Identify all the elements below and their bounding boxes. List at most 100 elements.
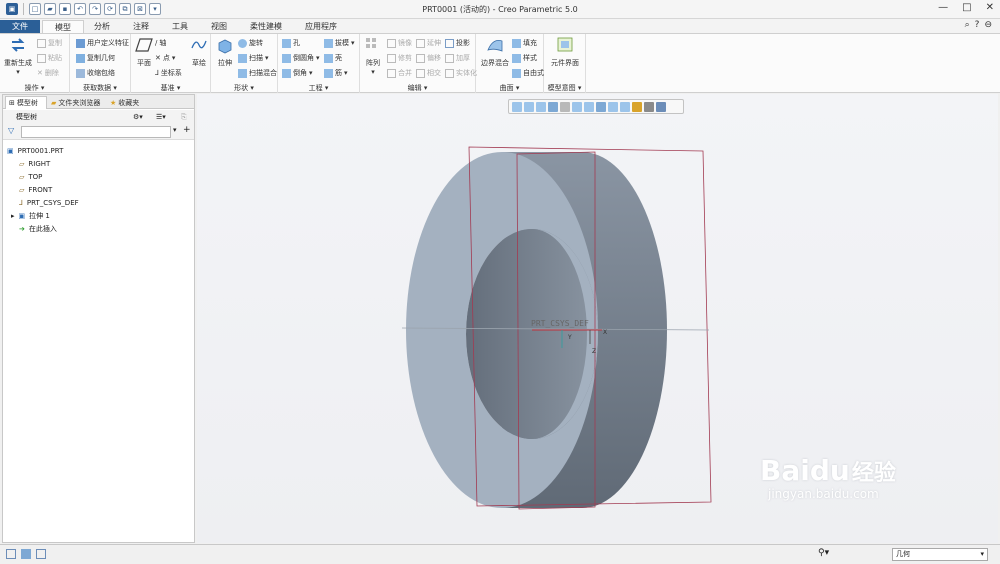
group-label-get-data[interactable]: 获取数据 ▾ xyxy=(70,83,130,92)
tab-folder-browser[interactable]: ▰ 文件夹浏览器 xyxy=(48,96,106,109)
tab-flexible-modeling[interactable]: 柔性建模 xyxy=(240,20,292,33)
fill-icon xyxy=(512,38,521,48)
boundary-blend-label: 边界混合 xyxy=(481,59,509,67)
point-button[interactable]: ✕ 点 ▾ xyxy=(155,53,175,63)
intersect-button[interactable]: 相交 xyxy=(416,68,441,78)
group-label-operations[interactable]: 操作 ▾ xyxy=(0,83,69,92)
minimize-ribbon-icon[interactable]: ⊖ xyxy=(984,20,992,30)
show-browser-icon[interactable] xyxy=(21,549,31,559)
swept-blend-button[interactable]: 扫描混合 xyxy=(238,68,277,78)
shrinkwrap-button[interactable]: 收缩包络 xyxy=(76,68,115,78)
close-icon[interactable]: ✕ xyxy=(986,2,994,13)
csys-button[interactable]: ⅃ 坐标系 xyxy=(155,68,182,78)
extend-button[interactable]: 延伸 xyxy=(416,38,441,48)
graphics-window[interactable]: PRT_CSYS_DEF X Y Z Baidu 经验 jingyan.baid… xyxy=(197,94,998,543)
rib-button[interactable]: 筋 ▾ xyxy=(324,68,348,78)
tab-annotate[interactable]: 注释 xyxy=(122,20,160,33)
datum-plane-icon: ▱ xyxy=(19,186,25,194)
tab-favorites[interactable]: ★ 收藏夹 xyxy=(107,96,147,109)
command-search-icon[interactable]: ⌕ xyxy=(965,20,970,30)
offset-button[interactable]: 偏移 xyxy=(416,53,441,63)
plane-button[interactable]: 平面 xyxy=(133,36,155,68)
point-label: 点 xyxy=(162,54,170,62)
extrude-button[interactable]: 拉伸 xyxy=(214,36,236,68)
group-label-engineering[interactable]: 工程 ▾ xyxy=(278,83,359,92)
style-button[interactable]: 样式 xyxy=(512,53,537,63)
tab-applications[interactable]: 应用程序 xyxy=(294,20,348,33)
trim-button[interactable]: 修剪 xyxy=(387,53,412,63)
tree-item-front[interactable]: ▱ FRONT xyxy=(19,184,52,196)
round-button[interactable]: 倒圆角 ▾ xyxy=(282,53,320,63)
tree-item-label: 拉伸 1 xyxy=(29,212,50,220)
selection-filter-select[interactable]: 几何 ▾ xyxy=(892,548,988,561)
tree-item-top[interactable]: ▱ TOP xyxy=(19,171,42,183)
minimize-icon[interactable]: — xyxy=(938,2,948,13)
axis-icon: / xyxy=(155,39,158,47)
chamfer-icon xyxy=(282,68,291,78)
show-menu-icon[interactable]: ☰▾ xyxy=(156,110,166,124)
tree-item-label: PRT_CSYS_DEF xyxy=(26,199,79,207)
group-label-shapes[interactable]: 形状 ▾ xyxy=(211,83,277,92)
delete-label: 删除 xyxy=(44,69,59,77)
tree-item-right[interactable]: ▱ RIGHT xyxy=(19,158,50,170)
mirror-button[interactable]: 镜像 xyxy=(387,38,412,48)
sweep-button[interactable]: 扫描 ▾ xyxy=(238,53,269,63)
copy-geometry-button[interactable]: 复制几何 xyxy=(76,53,115,63)
plane-label: 平面 xyxy=(137,59,151,67)
project-label: 投影 xyxy=(456,39,470,47)
tab-view[interactable]: 视图 xyxy=(200,20,238,33)
title-bar: ▣ □ ▰ ▪ ↶ ↷ ⟳ ⧉ ⊠ ▾ PRT0001 (活动的) - Creo… xyxy=(0,0,1000,19)
help-icon[interactable]: ? xyxy=(975,20,980,30)
group-label-editing[interactable]: 编辑 ▾ xyxy=(360,83,475,92)
udf-button[interactable]: 用户定义特征 xyxy=(76,38,129,48)
axis-button[interactable]: / 轴 xyxy=(155,38,166,48)
tree-item-part[interactable]: ▣ PRT0001.PRT xyxy=(7,145,63,157)
tree-item-extrude[interactable]: ▸ ▣ 拉伸 1 xyxy=(11,210,50,222)
draft-button[interactable]: 拔模 ▾ xyxy=(324,38,355,48)
project-button[interactable]: 投影 xyxy=(445,38,470,48)
revolve-button[interactable]: 旋转 xyxy=(238,38,263,48)
chamfer-button[interactable]: 倒角 ▾ xyxy=(282,68,313,78)
project-icon xyxy=(445,38,454,48)
expand-arrow-icon[interactable]: ▸ xyxy=(11,212,15,220)
hole-button[interactable]: 孔 xyxy=(282,38,300,48)
add-filter-icon[interactable]: + xyxy=(183,125,191,135)
regenerate-label: 重新生成 xyxy=(4,59,32,67)
filter-icon[interactable]: ▽ xyxy=(8,126,14,135)
shell-button[interactable]: 壳 xyxy=(324,53,342,63)
sketch-label: 草绘 xyxy=(192,59,206,67)
maximize-icon[interactable]: □ xyxy=(962,2,971,13)
search-dropdown-icon[interactable]: ▾ xyxy=(173,126,177,134)
tree-item-insert-here[interactable]: ➔ 在此插入 xyxy=(19,223,57,235)
tab-file[interactable]: 文件 xyxy=(0,20,40,33)
selection-filter-icon[interactable]: ⚲▾ xyxy=(818,548,829,558)
tree-search-input[interactable] xyxy=(21,126,171,138)
copy-button[interactable]: 复制 xyxy=(37,38,62,48)
tree-item-csys[interactable]: ⅃ PRT_CSYS_DEF xyxy=(19,197,79,209)
group-label-surfaces[interactable]: 曲面 ▾ xyxy=(476,83,543,92)
thicken-button[interactable]: 加厚 xyxy=(445,53,470,63)
freestyle-button[interactable]: 自由式 xyxy=(512,68,544,78)
tab-model-tree[interactable]: ⊞ 模型树 xyxy=(5,96,47,109)
sketch-button[interactable]: 草绘 xyxy=(189,36,209,68)
tab-tools[interactable]: 工具 xyxy=(162,20,198,33)
merge-button[interactable]: 合并 xyxy=(387,68,412,78)
paste-button[interactable]: 粘贴 xyxy=(37,53,62,63)
fill-button[interactable]: 填充 xyxy=(512,38,537,48)
tree-item-label: FRONT xyxy=(28,186,53,194)
tree-filter-icon[interactable]: ⎘ xyxy=(181,110,187,124)
component-interface-button[interactable]: 元件界面 xyxy=(547,36,583,68)
tab-model[interactable]: 模型 xyxy=(42,20,84,33)
tab-analysis[interactable]: 分析 xyxy=(84,20,120,33)
group-label-model-intent[interactable]: 模型意图 ▾ xyxy=(544,83,585,92)
tree-settings-icon[interactable]: ⚙▾ xyxy=(133,110,143,124)
regenerate-button[interactable]: 重新生成 ▾ xyxy=(3,36,33,76)
pattern-button[interactable]: 阵列 ▾ xyxy=(362,36,384,76)
show-navigator-icon[interactable] xyxy=(6,549,16,559)
delete-button[interactable]: ✕ 删除 xyxy=(37,68,59,78)
full-screen-icon[interactable] xyxy=(36,549,46,559)
draft-icon xyxy=(324,38,333,48)
boundary-blend-button[interactable]: 边界混合 xyxy=(479,36,511,68)
solidify-button[interactable]: 实体化 xyxy=(445,68,477,78)
group-label-datum[interactable]: 基准 ▾ xyxy=(131,83,210,92)
